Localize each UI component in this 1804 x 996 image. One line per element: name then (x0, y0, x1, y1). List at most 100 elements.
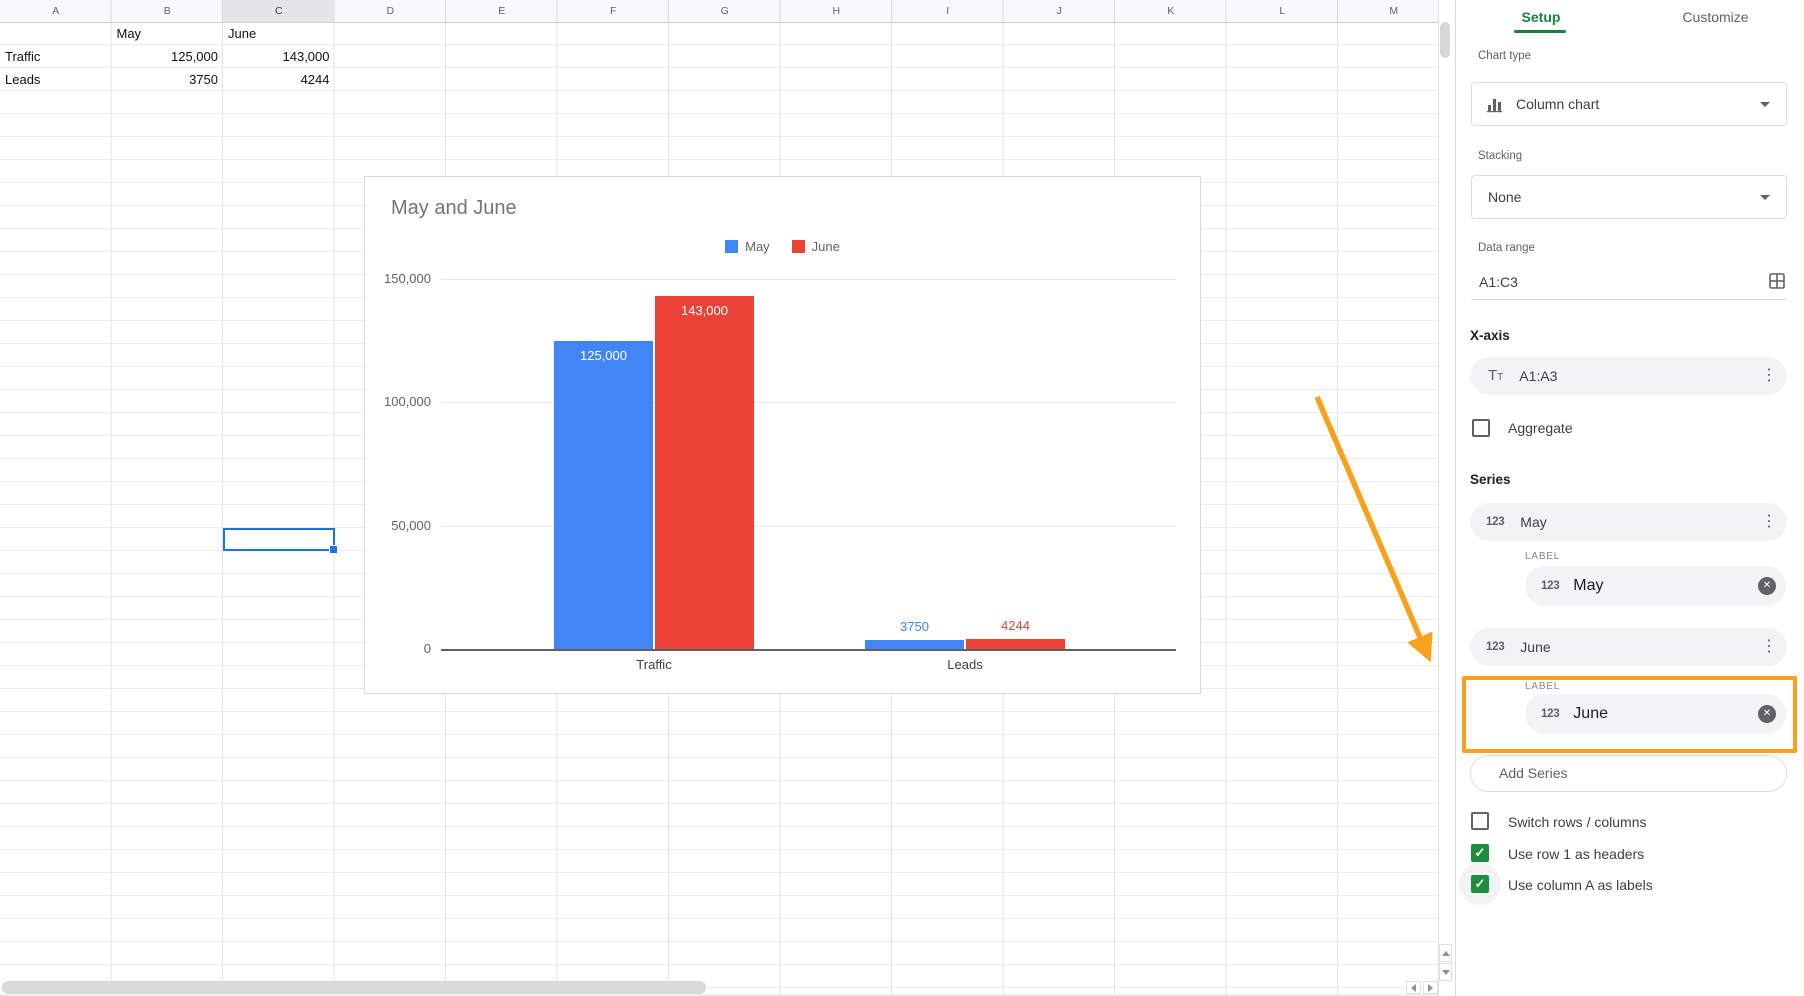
data-range-label: Data range (1478, 242, 1535, 254)
text-type-icon: TT (1488, 367, 1503, 385)
bar-value-label: 4244 (966, 618, 1065, 633)
series-label-value: June (1573, 705, 1608, 723)
column-header-E[interactable]: E (446, 0, 558, 22)
scroll-up-button[interactable] (1439, 944, 1452, 962)
chart-legend: MayJune (365, 239, 1200, 254)
cell-B3[interactable]: 3750 (112, 68, 224, 91)
use-columnA-labels-checkbox[interactable]: ✓ (1471, 875, 1489, 893)
use-row1-headers-checkbox[interactable]: ✓ (1471, 844, 1489, 862)
kebab-menu-icon[interactable]: ⋮ (1761, 514, 1777, 530)
column-header-F[interactable]: F (558, 0, 670, 22)
vertical-scrollbar-thumb[interactable] (1440, 22, 1450, 58)
bar-may-traffic (554, 341, 653, 649)
spreadsheet-grid[interactable]: ABCDEFGHIJKLM MayJuneTraffic125,000143,0… (0, 0, 1440, 996)
cell-A3[interactable]: Leads (0, 68, 112, 91)
column-header-C[interactable]: C (223, 0, 335, 22)
y-axis-tick-label: 150,000 (365, 271, 431, 286)
legend-swatch (792, 240, 805, 253)
google-sheets-chart-editor: ABCDEFGHIJKLM MayJuneTraffic125,000143,0… (0, 0, 1804, 996)
tab-customize[interactable]: Customize (1626, 4, 1804, 30)
switch-rows-columns-label: Switch rows / columns (1508, 814, 1646, 830)
column-header-L[interactable]: L (1227, 0, 1339, 22)
chart-title: May and June (391, 197, 517, 220)
switch-rows-columns-checkbox[interactable] (1471, 812, 1489, 830)
embedded-chart[interactable]: 150,000100,00050,0000125,000143,000Traff… (364, 176, 1201, 694)
x-axis-line (441, 649, 1176, 651)
cell-B2[interactable]: 125,000 (112, 45, 224, 68)
y-axis-tick-label: 0 (365, 641, 431, 656)
x-axis-range-pill[interactable]: TT A1:A3 ⋮ (1470, 357, 1787, 395)
column-header-J[interactable]: J (1004, 0, 1116, 22)
series-pill-june[interactable]: 123 June ⋮ (1470, 628, 1787, 666)
series-label-caption: LABEL (1525, 551, 1560, 562)
triangle-left-icon (1411, 984, 1416, 992)
bar-may-leads (865, 640, 964, 649)
scroll-right-button[interactable] (1423, 981, 1438, 994)
bar-value-label: 3750 (865, 619, 964, 634)
y-axis-tick-label: 50,000 (365, 518, 431, 533)
series-name: June (1520, 639, 1550, 655)
column-header-B[interactable]: B (112, 0, 224, 22)
cell-B1[interactable]: May (112, 22, 224, 45)
aggregate-checkbox[interactable] (1472, 419, 1490, 437)
chart-type-dropdown[interactable]: Column chart (1471, 82, 1787, 126)
cell-C3[interactable]: 4244 (223, 68, 335, 91)
data-range-underline (1471, 299, 1787, 300)
series-label-pill-may[interactable]: 123 May ✕ (1525, 566, 1786, 606)
column-header-H[interactable]: H (781, 0, 893, 22)
chevron-down-icon (1760, 102, 1770, 107)
column-header-A[interactable]: A (0, 0, 112, 22)
column-header-D[interactable]: D (335, 0, 447, 22)
vertical-scrollbar-track (1438, 0, 1453, 996)
series-heading: Series (1470, 472, 1511, 487)
series-label-pill-june[interactable]: 123 June ✕ (1525, 694, 1786, 734)
tab-setup[interactable]: Setup (1456, 4, 1626, 30)
add-series-button[interactable]: Add Series (1470, 755, 1787, 792)
x-axis-heading: X-axis (1470, 328, 1510, 343)
stacking-dropdown[interactable]: None (1471, 175, 1787, 219)
chart-gridline (441, 526, 1176, 527)
chart-plot-area: 150,000100,00050,0000125,000143,000Traff… (365, 177, 1200, 693)
cell-A2[interactable]: Traffic (0, 45, 112, 68)
kebab-menu-icon[interactable]: ⋮ (1761, 639, 1777, 655)
selected-cell (223, 528, 335, 551)
series-pill-may[interactable]: 123 May ⋮ (1470, 503, 1787, 541)
fill-handle[interactable] (329, 545, 338, 554)
column-header-row: ABCDEFGHIJKLM (0, 0, 1440, 23)
number-type-icon: 123 (1486, 641, 1504, 653)
remove-label-icon[interactable]: ✕ (1758, 705, 1776, 723)
bar-june-leads (966, 639, 1065, 649)
column-header-K[interactable]: K (1115, 0, 1227, 22)
column-header-I[interactable]: I (892, 0, 1004, 22)
stacking-value: None (1488, 189, 1521, 205)
x-axis-range-value: A1:A3 (1519, 368, 1557, 384)
remove-label-icon[interactable]: ✕ (1758, 577, 1776, 595)
cell-C1[interactable]: June (223, 22, 335, 45)
use-columnA-labels-label: Use column A as labels (1508, 877, 1653, 893)
chart-editor-panel: Setup Customize Chart type Column chart … (1455, 0, 1804, 996)
select-data-range-icon[interactable] (1768, 272, 1786, 290)
chart-gridline (441, 402, 1176, 403)
horizontal-scrollbar-thumb[interactable] (2, 981, 706, 994)
aggregate-label: Aggregate (1508, 420, 1573, 436)
active-tab-underline (1514, 30, 1566, 33)
scroll-left-button[interactable] (1406, 981, 1421, 994)
bar-june-traffic (655, 296, 754, 649)
column-header-G[interactable]: G (669, 0, 781, 22)
triangle-up-icon (1442, 951, 1450, 956)
triangle-down-icon (1442, 970, 1450, 975)
x-axis-category-label: Traffic (594, 657, 714, 672)
kebab-menu-icon[interactable]: ⋮ (1761, 368, 1777, 384)
bar-value-label: 143,000 (655, 303, 754, 318)
legend-item-june: June (792, 239, 840, 254)
legend-swatch (725, 240, 738, 253)
stacking-label: Stacking (1478, 150, 1522, 162)
number-type-icon: 123 (1541, 580, 1559, 592)
triangle-right-icon (1428, 984, 1433, 992)
number-type-icon: 123 (1541, 708, 1559, 720)
chart-type-value: Column chart (1516, 96, 1599, 112)
scroll-down-button[interactable] (1439, 963, 1452, 981)
cell-C2[interactable]: 143,000 (223, 45, 335, 68)
column-header-M[interactable]: M (1338, 0, 1450, 22)
column-chart-icon (1486, 95, 1504, 113)
